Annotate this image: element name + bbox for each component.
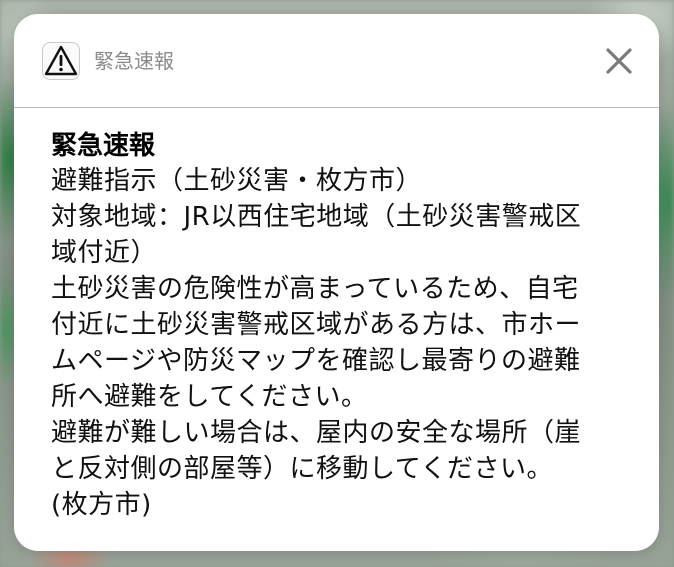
notification-header: 緊急速報 [14,14,659,108]
message-line: 土砂災害の危険性が高まっているため、自宅 [51,274,579,304]
app-name: 緊急速報 [94,49,174,73]
message-line: 避難が難しい場合は、屋内の安全な場所（崖 [51,418,582,448]
close-button[interactable] [604,46,634,76]
notification-body: 緊急速報 避難指示（土砂災害・枚方市） 対象地域：JR以西住宅地域（土砂災害警戒… [51,129,637,523]
message-line: 避難指示（土砂災害・枚方市） [51,166,423,196]
message-line: と反対側の部屋等）に移動してください。 [51,454,553,484]
message-line: (枚方市) [51,490,152,520]
message-line: 対象地域：JR以西住宅地域（土砂災害警戒区 [51,202,582,232]
message-line: 付近に土砂災害警戒区域がある方は、市ホー [51,310,582,340]
message-line: 域付近） [51,238,158,268]
emergency-alert-notification: 緊急速報 緊急速報 避難指示（土砂災害・枚方市） 対象地域：JR以西住宅地域（土… [14,14,659,551]
warning-triangle-icon [42,42,80,80]
message-line: ムページや防災マップを確認し最寄りの避難 [51,346,581,376]
notification-title: 緊急速報 [51,131,156,161]
message-line: 所へ避難をしてください。 [51,382,368,412]
close-icon [606,48,632,74]
